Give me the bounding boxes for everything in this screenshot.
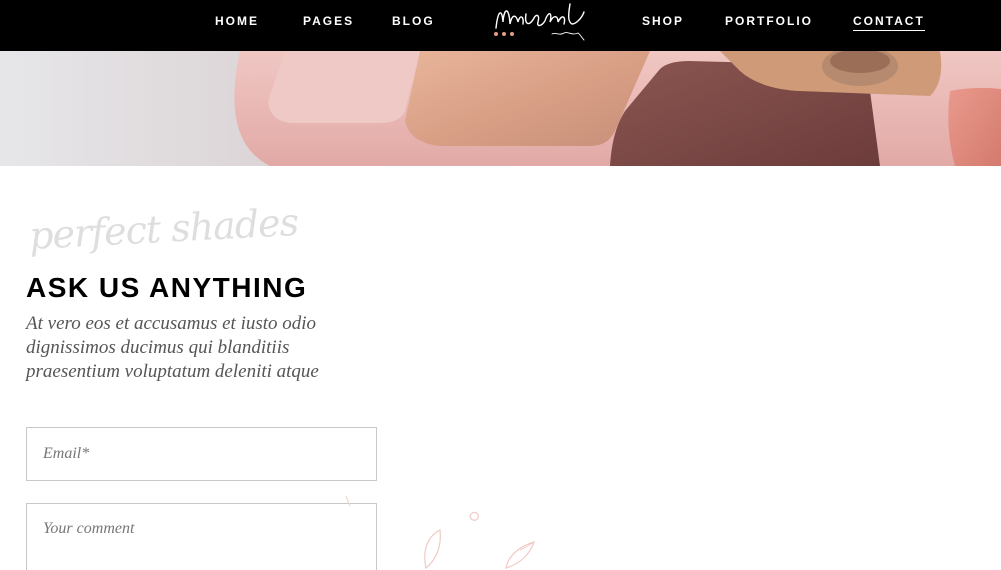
nav-contact-link[interactable]: CONTACT [853,14,925,31]
email-field-wrapper [26,427,377,481]
logo-dots [494,32,514,36]
brand-logo[interactable] [490,0,590,46]
floral-decoration-icon [345,495,535,570]
hero-eyeshadow-image [0,51,1001,166]
email-input[interactable] [27,428,376,480]
comment-field-wrapper [26,503,377,570]
nav-pages-link[interactable]: PAGES [303,14,354,28]
page-heading: ASK US ANYTHING [26,272,308,303]
nav-home-link[interactable]: HOME [215,14,259,28]
nav-shop-link[interactable]: SHOP [642,14,684,28]
nav-blog-link[interactable]: BLOG [392,14,435,28]
decorative-script-text: perfect shades [28,199,300,258]
intro-text: At vero eos et accusamus et iusto odio d… [26,313,319,382]
comment-textarea[interactable] [27,504,376,570]
nav-portfolio-link[interactable]: PORTFOLIO [725,14,813,28]
top-navigation: HOME PAGES BLOG SHOP PORTFOLIO CONTACT [0,0,1001,51]
logo-script-image [495,3,585,41]
